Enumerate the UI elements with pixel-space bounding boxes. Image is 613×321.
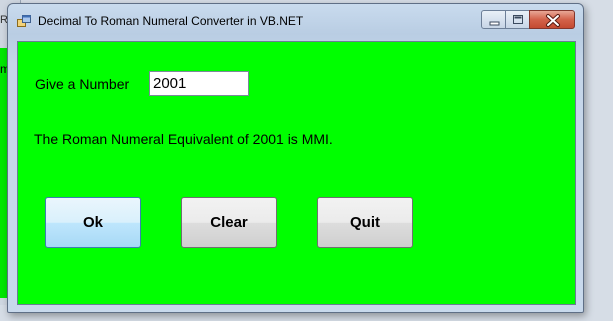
quit-button[interactable]: Quit — [317, 197, 413, 248]
minimize-icon — [489, 21, 500, 26]
maximize-button[interactable] — [505, 10, 530, 29]
number-label: Give a Number — [35, 76, 130, 92]
converter-window: Decimal To Roman Numeral Converter in VB… — [7, 3, 584, 313]
window-title: Decimal To Roman Numeral Converter in VB… — [38, 14, 304, 28]
desktop: Ro m Decimal To Roman Numeral Converter … — [0, 0, 613, 321]
minimize-button[interactable] — [481, 10, 506, 29]
close-button[interactable] — [529, 10, 575, 29]
number-input[interactable] — [149, 71, 249, 96]
form-client-area: Give a Number The Roman Numeral Equivale… — [17, 41, 576, 305]
close-icon — [546, 14, 560, 27]
result-label: The Roman Numeral Equivalent of 2001 is … — [34, 131, 333, 147]
app-window-icon — [17, 14, 31, 27]
maximize-icon — [513, 15, 523, 24]
clear-button[interactable]: Clear — [181, 197, 277, 248]
ok-button[interactable]: Ok — [45, 197, 141, 248]
title-bar[interactable]: Decimal To Roman Numeral Converter in VB… — [8, 4, 583, 34]
